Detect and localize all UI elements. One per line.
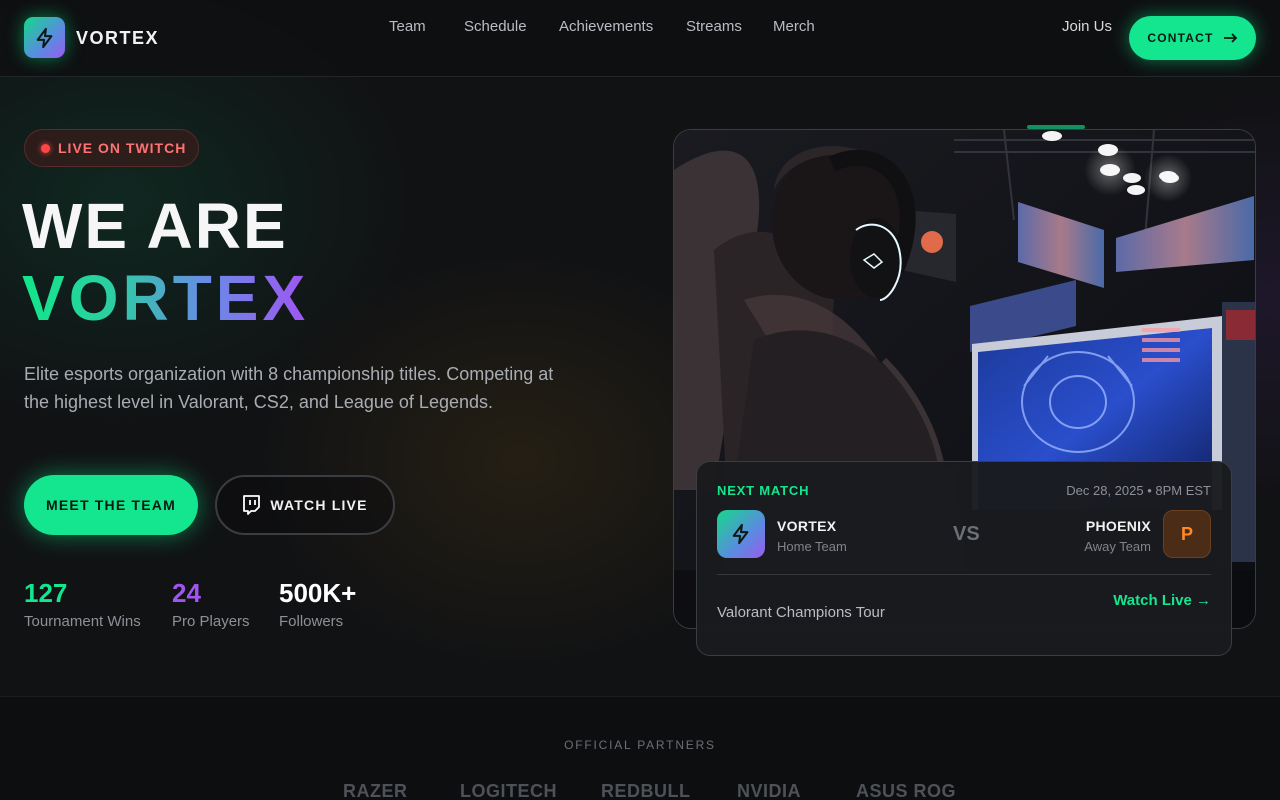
home-team-label: Home Team [777,539,847,554]
partner-asus-rog[interactable]: ASUS ROG [856,781,956,800]
watch-live-button[interactable]: WATCH LIVE [215,475,395,535]
join-us-link[interactable]: Join Us [1062,18,1112,35]
stat-label: Followers [279,613,344,630]
home-team-logo [717,510,765,558]
next-match-label: NEXT MATCH [717,483,810,498]
stat-label: Pro Players [172,613,250,630]
hero-description: Elite esports organization with 8 champi… [24,364,554,412]
next-match-card: NEXT MATCH Dec 28, 2025 • 8PM EST VORTEX… [696,461,1232,656]
brand-logo[interactable] [24,17,65,58]
top-navigation: VORTEX Team Schedule Achievements Stream… [0,0,1280,77]
stat-value: 24 [172,578,201,608]
away-team-name: PHOENIX [1085,518,1151,534]
stat-tournament-wins: 127 Tournament Wins [24,577,141,630]
partners-section: OFFICIAL PARTNERS RAZER LOGITECH REDBULL… [0,696,1280,800]
meet-the-team-button[interactable]: MEET THE TEAM [24,475,198,535]
twitch-icon [243,495,261,515]
nav-link-merch[interactable]: Merch [773,18,815,35]
stat-value: 500K+ [279,578,357,608]
partner-redbull[interactable]: REDBULL [601,781,691,800]
away-team-label: Away Team [1084,539,1151,554]
lightning-bolt-icon [36,27,52,48]
nav-link-achievements[interactable]: Achievements [559,18,653,35]
arrow-right-icon [1223,33,1237,43]
match-card-divider [717,574,1211,575]
partners-heading: OFFICIAL PARTNERS [564,738,716,752]
stat-label: Tournament Wins [24,613,141,630]
watch-live-label: WATCH LIVE [270,497,368,513]
stat-pro-players: 24 Pro Players [172,577,250,630]
stat-value: 127 [24,578,68,608]
home-team-name: VORTEX [777,518,837,534]
match-date: Dec 28, 2025 • 8PM EST [1066,483,1211,498]
versus-label: VS [953,523,980,545]
nav-link-schedule[interactable]: Schedule [464,18,527,35]
hero-title-line2: VORTEX [22,262,310,334]
nav-link-streams[interactable]: Streams [686,18,742,35]
nav-link-team[interactable]: Team [389,18,426,35]
live-badge-label: LIVE ON TWITCH [58,140,187,156]
live-dot-icon [41,143,50,153]
away-team-logo: P [1163,510,1211,558]
contact-label: CONTACT [1147,31,1214,45]
lightning-bolt-icon [732,523,749,545]
stat-followers: 500K+ Followers [279,577,356,630]
partner-logitech[interactable]: LOGITECH [460,781,557,800]
partner-razer[interactable]: RAZER [343,781,408,800]
live-badge[interactable]: LIVE ON TWITCH [24,129,199,167]
watch-live-link[interactable]: Watch Live → [1113,592,1211,609]
hero-title-line1: WE ARE [22,190,288,262]
match-event-name: Valorant Champions Tour [717,604,885,621]
contact-button[interactable]: CONTACT [1129,16,1256,60]
partner-nvidia[interactable]: NVIDIA [737,781,801,800]
brand-name[interactable]: VORTEX [76,28,159,49]
